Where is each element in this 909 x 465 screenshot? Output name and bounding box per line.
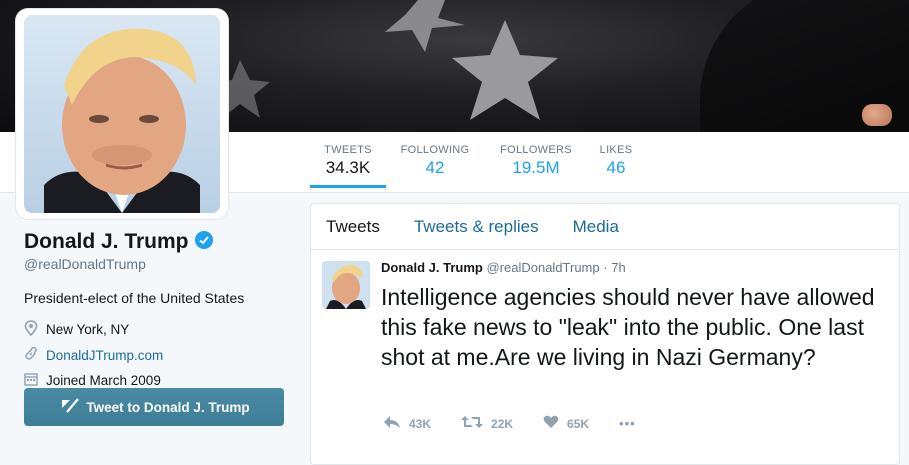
tweet-text: Intelligence agencies should never have … (381, 284, 875, 370)
tweet-author-handle[interactable]: @realDonaldTrump (486, 260, 599, 275)
website-link[interactable]: DonaldJTrump.com (46, 348, 163, 363)
profile-name[interactable]: Donald J. Trump (24, 230, 189, 254)
reply-button[interactable]: 43K (383, 415, 431, 432)
joined-text: Joined March 2009 (46, 373, 161, 388)
tweet-actions: 43K 22K 65K ••• (383, 415, 636, 432)
profile-bio: President-elect of the United States (24, 290, 245, 306)
nav-value: 46 (606, 158, 626, 177)
nav-value: 19.5M (512, 158, 560, 177)
nav-label: TWEETS (324, 144, 372, 156)
location-pin-icon (24, 320, 38, 339)
retweet-button[interactable]: 22K (461, 415, 513, 432)
profile-avatar (24, 15, 220, 213)
nav-label: FOLLOWERS (500, 144, 572, 156)
link-icon (24, 346, 38, 364)
tweet-timestamp[interactable]: 7h (611, 260, 625, 275)
nav-label: LIKES (599, 144, 633, 156)
profile-handle[interactable]: @realDonaldTrump (24, 256, 294, 272)
calendar-icon (24, 372, 38, 389)
like-count: 65K (567, 416, 590, 431)
hand-silhouette (862, 104, 892, 126)
compose-feather-icon (58, 397, 80, 418)
nav-followers[interactable]: FOLLOWERS 19.5M (498, 144, 574, 178)
profile-joined: Joined March 2009 (24, 372, 294, 389)
more-options-button[interactable]: ••• (619, 416, 636, 431)
nav-likes[interactable]: LIKES 46 (596, 144, 636, 178)
nav-following[interactable]: FOLLOWING 42 (398, 144, 472, 178)
retweet-count: 22K (491, 416, 514, 431)
tweet-author-name[interactable]: Donald J. Trump (381, 260, 483, 275)
retweet-icon (461, 415, 484, 432)
reply-count: 43K (409, 416, 432, 431)
nav-tweets[interactable]: TWEETS 34.3K (310, 144, 386, 188)
reply-icon (383, 415, 401, 432)
nav-value: 34.3K (325, 158, 371, 177)
profile-avatar-frame[interactable] (16, 9, 228, 219)
tab-tweets-replies[interactable]: Tweets & replies (414, 217, 539, 237)
nav-label: FOLLOWING (400, 144, 470, 156)
profile-location: New York, NY (24, 320, 294, 339)
tweet-header: Donald J. Trump @realDonaldTrump · 7h (381, 260, 626, 275)
heart-icon (543, 415, 559, 432)
verified-badge-icon (194, 230, 213, 254)
tweet-separator: · (603, 260, 608, 275)
profile-card: Donald J. Trump @realDonaldTrump Preside… (24, 230, 294, 389)
tab-tweets[interactable]: Tweets (326, 217, 380, 237)
nav-value: 42 (425, 158, 445, 177)
timeline-card: Tweets Tweets & replies Media Donald J. … (310, 203, 900, 465)
profile-website: DonaldJTrump.com (24, 346, 294, 364)
more-dots-icon: ••• (619, 416, 636, 431)
location-text: New York, NY (46, 322, 130, 337)
tab-media[interactable]: Media (573, 217, 619, 237)
timeline-tabs: Tweets Tweets & replies Media (311, 204, 899, 250)
tweet-avatar[interactable] (322, 261, 370, 309)
tweet-to-button[interactable]: Tweet to Donald J. Trump (24, 388, 284, 426)
tweet-to-label: Tweet to Donald J. Trump (86, 399, 250, 415)
like-button[interactable]: 65K (543, 415, 589, 432)
